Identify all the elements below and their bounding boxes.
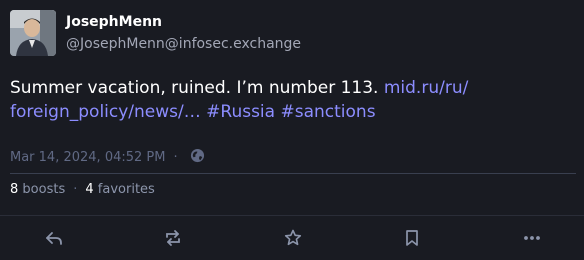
favorites-count: 4	[85, 182, 94, 197]
boosts-count: 8	[10, 182, 19, 197]
reply-icon	[46, 232, 62, 245]
globe-icon	[190, 148, 205, 167]
post-meta: Mar 14, 2024, 04:52 PM ·	[10, 148, 205, 167]
avatar[interactable]	[10, 10, 56, 56]
reply-button[interactable]	[43, 227, 65, 249]
favorites-link[interactable]: 4 favorites	[85, 182, 154, 197]
bookmark-icon	[406, 230, 418, 246]
avatar-image	[10, 10, 56, 56]
meta-divider	[10, 173, 576, 174]
meta-separator: ·	[173, 150, 178, 165]
post-text: Summer vacation, ruined. I’m number 113.	[10, 78, 384, 98]
hashtag-russia[interactable]: #Russia	[206, 102, 275, 122]
hashtag-sanctions[interactable]: #sanctions	[280, 102, 375, 122]
more-button[interactable]	[521, 227, 543, 249]
post-link-line1[interactable]: mid.ru/ru/	[384, 78, 468, 98]
more-icon	[524, 236, 540, 240]
favorite-button[interactable]	[282, 227, 304, 249]
star-icon	[284, 229, 302, 246]
post-timestamp[interactable]: Mar 14, 2024, 04:52 PM	[10, 150, 165, 165]
boost-button[interactable]	[162, 227, 184, 249]
boost-icon	[166, 230, 180, 246]
boosts-link[interactable]: 8 boosts	[10, 182, 65, 197]
post-stats: 8 boosts · 4 favorites	[10, 182, 155, 197]
bookmark-button[interactable]	[401, 227, 423, 249]
post-link-line2[interactable]: foreign_policy/news/…	[10, 102, 201, 122]
status-card: JosephMenn @JosephMenn@infosec.exchange …	[0, 0, 584, 260]
favorites-label: favorites	[97, 182, 155, 197]
stats-separator: ·	[73, 182, 78, 197]
account-handle[interactable]: @JosephMenn@infosec.exchange	[66, 36, 301, 52]
boosts-label: boosts	[22, 182, 66, 197]
action-bar	[0, 216, 584, 260]
post-content: Summer vacation, ruined. I’m number 113.…	[10, 76, 570, 124]
display-name[interactable]: JosephMenn	[66, 14, 162, 30]
